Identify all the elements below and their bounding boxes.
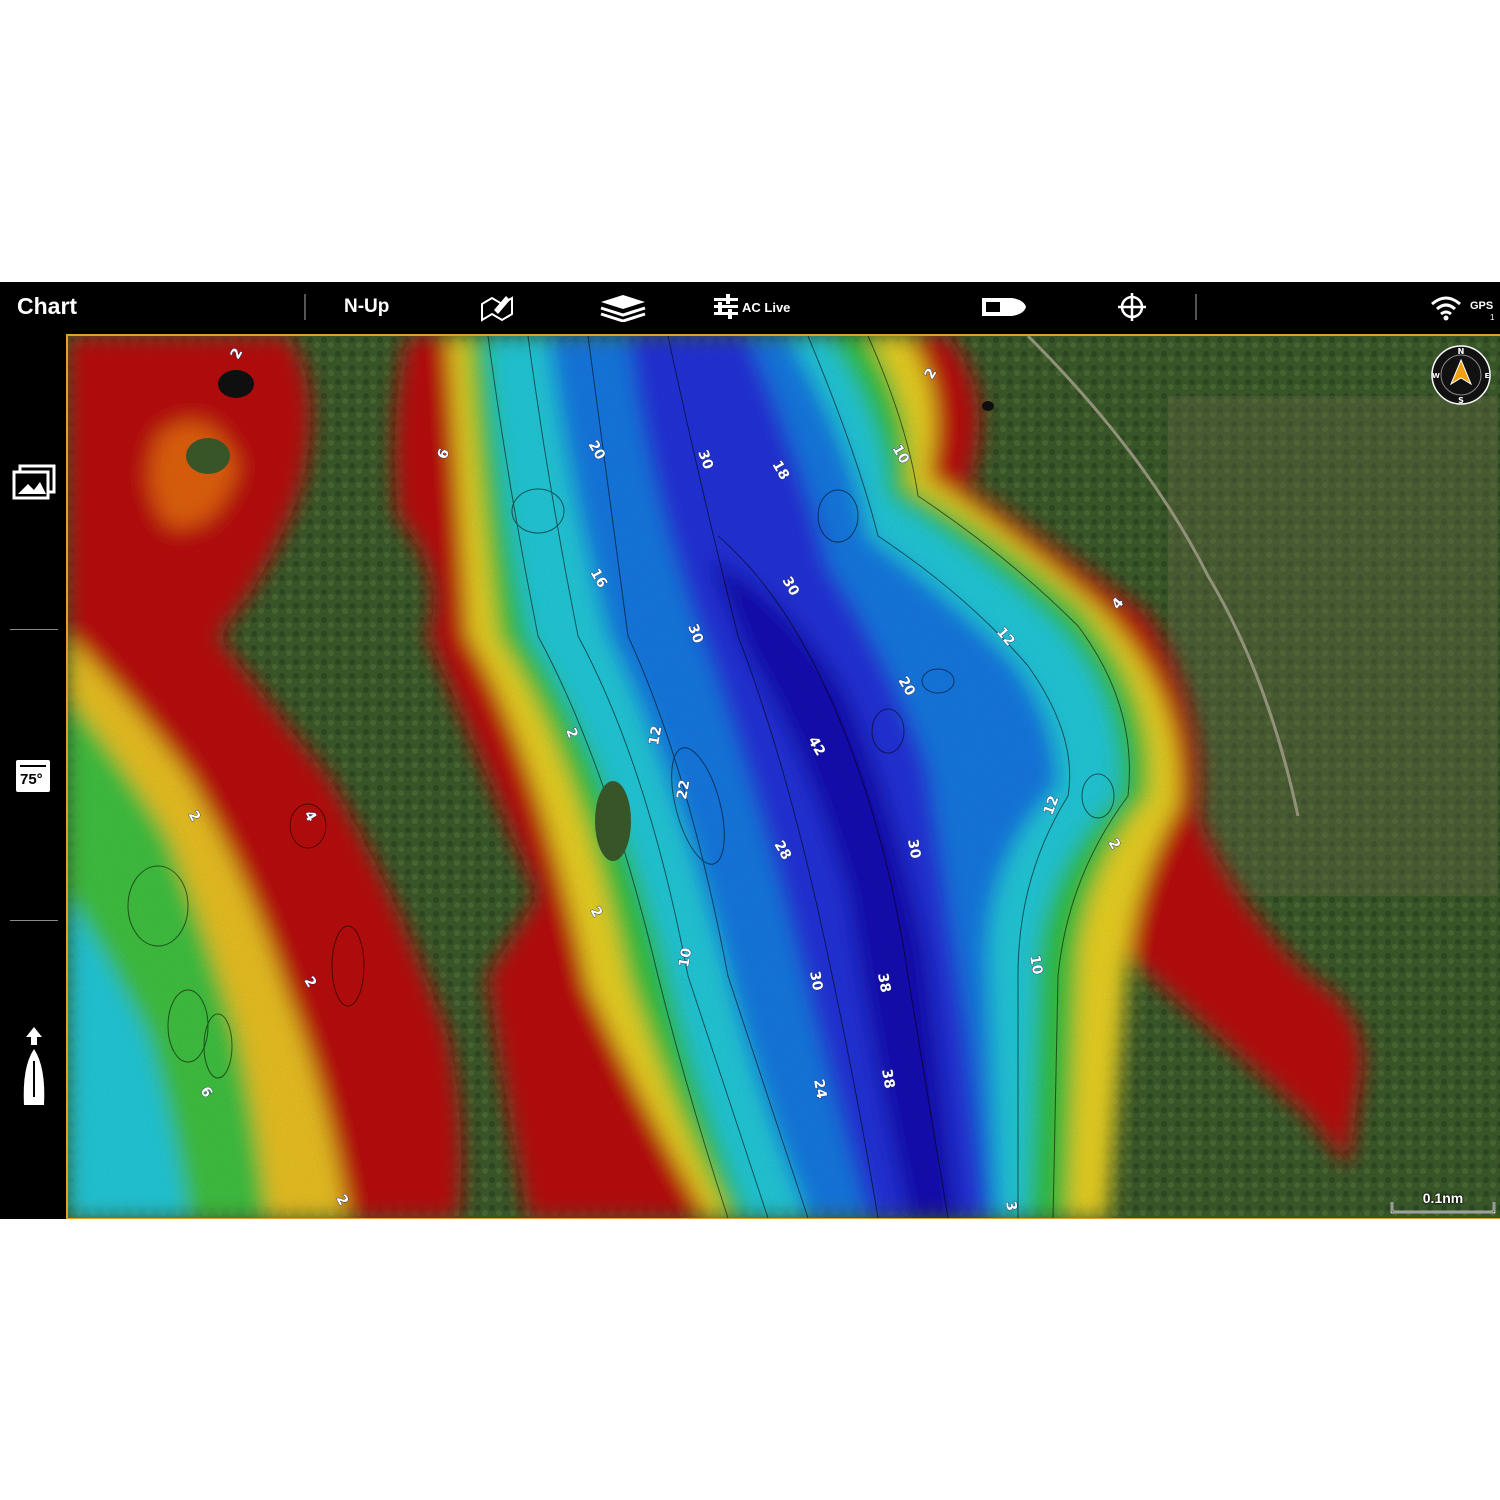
orientation-button[interactable]: N-Up [344,296,389,318]
depth-label: 30 [806,970,825,992]
temperature-value: 75° [20,771,43,788]
aclive-button[interactable]: AC Live [712,294,790,320]
gps-status: GPS [1470,300,1494,312]
wifi-icon[interactable] [1430,292,1462,322]
aclive-label: AC Live [742,299,791,315]
depth-label: 30 [904,838,923,860]
chart-screen: Chart N-Up AC Live GPS 1 75° 2 6 20 30 1… [0,282,1500,1219]
crosshair-icon[interactable] [1116,292,1148,322]
depth-label: 10 [1026,954,1045,976]
depth-label: 38 [878,1068,897,1090]
gps-count: 1 [1490,313,1495,322]
compass-west: W [1432,372,1440,380]
page-title: Chart [17,293,78,319]
compass-east: E [1485,372,1490,380]
chart-edit-icon[interactable] [478,292,518,322]
boat-icon[interactable] [978,292,1028,322]
depth-label: 38 [874,972,893,994]
scale-ruler [1390,1202,1496,1214]
chart-map[interactable]: 2 6 20 30 18 10 2 16 30 30 12 4 20 2 42 … [66,334,1500,1219]
boat-heading-icon[interactable] [20,1027,48,1107]
compass-south: S [1458,396,1464,405]
depth-label: 10 [676,946,695,968]
sidebar-divider [10,920,58,921]
settings-sliders-icon [714,294,738,319]
bathymetry-map[interactable]: 2 6 20 30 18 10 2 16 30 30 12 4 20 2 42 … [68,336,1500,1218]
toolbar-divider [304,294,306,320]
sidebar-divider [10,629,58,630]
temperature-icon[interactable]: 75° [16,760,50,792]
depth-label: 22 [674,779,693,801]
toolbar-divider [1195,294,1197,320]
scale-bar: 0.1nm [1390,1190,1496,1214]
top-toolbar: Chart N-Up AC Live GPS 1 [0,282,1500,332]
image-gallery-icon[interactable] [12,464,58,500]
depth-label: 12 [646,725,665,747]
compass-north: N [1458,347,1465,356]
compass-icon[interactable]: N S E W [1430,344,1492,406]
depth-label: 24 [810,1078,829,1100]
layers-icon[interactable] [598,292,648,322]
left-sidebar: 75° [0,332,66,1219]
